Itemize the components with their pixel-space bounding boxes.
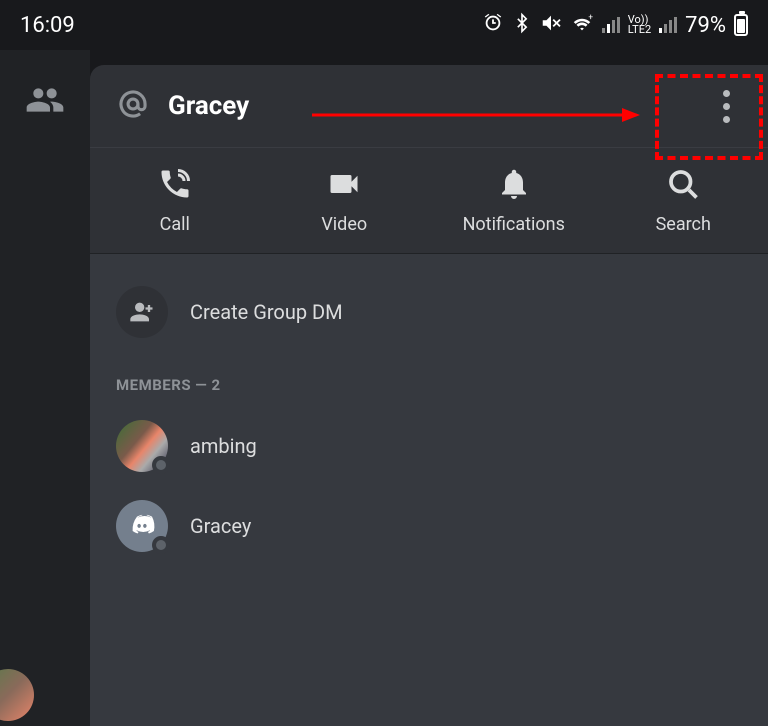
svg-text:+: + [588, 12, 593, 22]
member-item-ambing[interactable]: ambing [116, 406, 742, 486]
battery-percent: 79% [685, 13, 726, 38]
page-title: Gracey [168, 91, 249, 121]
bluetooth-icon [512, 12, 532, 39]
members-header: MEMBERS — 2 [116, 362, 742, 406]
search-label: Search [656, 214, 711, 235]
member-name: ambing [190, 434, 257, 458]
status-offline-icon [152, 536, 170, 554]
status-offline-icon [152, 456, 170, 474]
sidebar-avatar[interactable] [0, 669, 34, 721]
discord-icon [127, 511, 157, 541]
status-bar: 16:09 + Vo)) LTE2 79% [0, 0, 768, 50]
member-item-gracey[interactable]: Gracey [116, 486, 742, 566]
more-options-button[interactable] [706, 86, 746, 126]
section-body: Create Group DM MEMBERS — 2 ambing Grace… [90, 254, 768, 726]
signal-2-icon [659, 17, 677, 33]
mute-icon [540, 12, 562, 39]
status-icons: + Vo)) LTE2 79% [482, 12, 748, 39]
clock: 16:09 [20, 13, 75, 38]
add-person-icon [116, 286, 168, 338]
video-label: Video [321, 214, 367, 235]
avatar [116, 500, 168, 552]
at-icon [116, 87, 150, 125]
annotation-arrow [312, 105, 642, 125]
friends-icon[interactable] [25, 80, 65, 124]
avatar [116, 420, 168, 472]
search-button[interactable]: Search [599, 166, 768, 235]
battery-icon [734, 14, 748, 36]
network-label: Vo)) LTE2 [628, 15, 651, 35]
create-group-label: Create Group DM [190, 300, 343, 324]
call-label: Call [160, 214, 190, 235]
wifi-icon: + [570, 12, 594, 39]
member-name: Gracey [190, 514, 251, 538]
server-sidebar [0, 50, 90, 726]
alarm-icon [482, 12, 504, 39]
call-button[interactable]: Call [90, 166, 260, 235]
main-panel: Gracey Call Video Notifications Search [90, 65, 768, 726]
video-button[interactable]: Video [260, 166, 430, 235]
notifications-label: Notifications [463, 214, 565, 235]
action-row: Call Video Notifications Search [90, 148, 768, 254]
notifications-button[interactable]: Notifications [429, 166, 599, 235]
signal-1-icon [602, 17, 620, 33]
create-group-dm-button[interactable]: Create Group DM [116, 274, 742, 362]
